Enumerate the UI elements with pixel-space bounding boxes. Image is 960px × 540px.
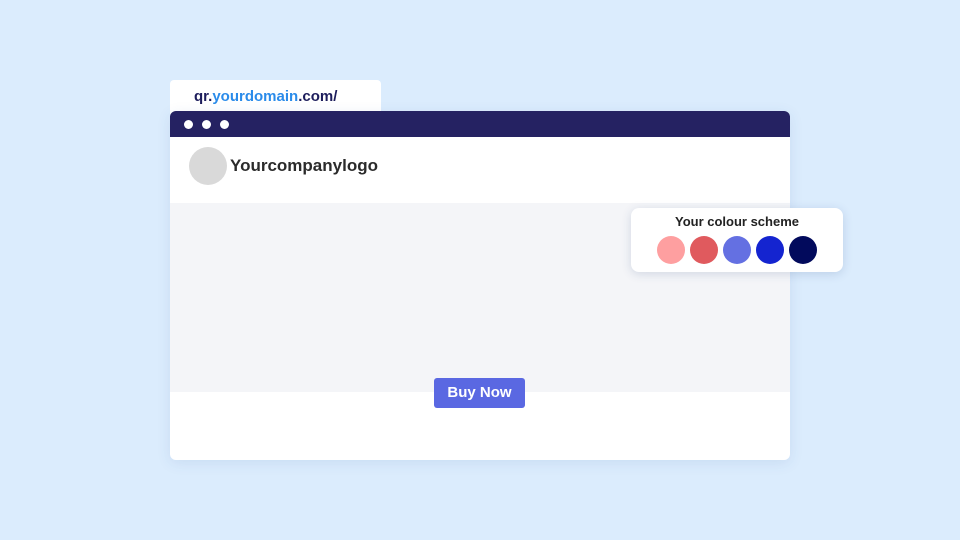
- browser-titlebar: [170, 111, 790, 137]
- browser-window: Yourcompanylogo Buy Now: [170, 111, 790, 460]
- address-bar[interactable]: qr.yourdomain.com/: [170, 80, 381, 114]
- window-dot-icon[interactable]: [202, 120, 211, 129]
- colour-swatches: [657, 236, 817, 264]
- company-logo-text: Yourcompanylogo: [230, 156, 378, 175]
- colour-scheme-title: Your colour scheme: [674, 214, 799, 229]
- buy-now-button[interactable]: Buy Now: [434, 378, 525, 408]
- colour-scheme-card: Your colour scheme: [631, 208, 843, 272]
- url-prefix: qr.: [194, 88, 213, 105]
- window-dot-icon[interactable]: [220, 120, 229, 129]
- colour-swatch-navy[interactable]: [789, 236, 817, 264]
- window-dot-icon[interactable]: [184, 120, 193, 129]
- colour-swatch-coral-red[interactable]: [690, 236, 718, 264]
- url-suffix: .com/: [298, 88, 338, 105]
- logo-placeholder-icon: [189, 147, 227, 185]
- colour-swatch-light-pink[interactable]: [657, 236, 685, 264]
- url-domain: yourdomain: [212, 88, 299, 105]
- colour-swatch-royal-blue[interactable]: [756, 236, 784, 264]
- colour-swatch-periwinkle[interactable]: [723, 236, 751, 264]
